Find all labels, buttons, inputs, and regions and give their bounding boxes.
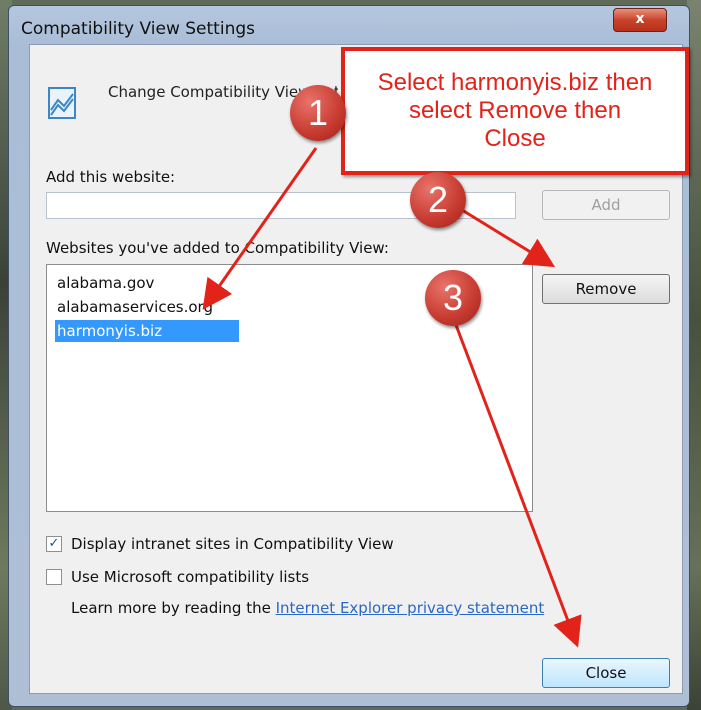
arrow-2 <box>461 208 556 268</box>
step-badge-2: 2 <box>410 172 466 228</box>
step-badge-3: 3 <box>425 270 481 326</box>
callout-line-2: select Remove then <box>408 97 622 124</box>
callout-line-1: Select harmonyis.biz then <box>377 69 653 96</box>
step-badge-1: 1 <box>290 85 346 141</box>
arrow-1 <box>202 147 318 310</box>
callout-line-3: Close <box>484 125 546 152</box>
instruction-callout: Select harmonyis.biz then select Remove … <box>341 47 689 175</box>
arrow-3 <box>454 324 582 648</box>
